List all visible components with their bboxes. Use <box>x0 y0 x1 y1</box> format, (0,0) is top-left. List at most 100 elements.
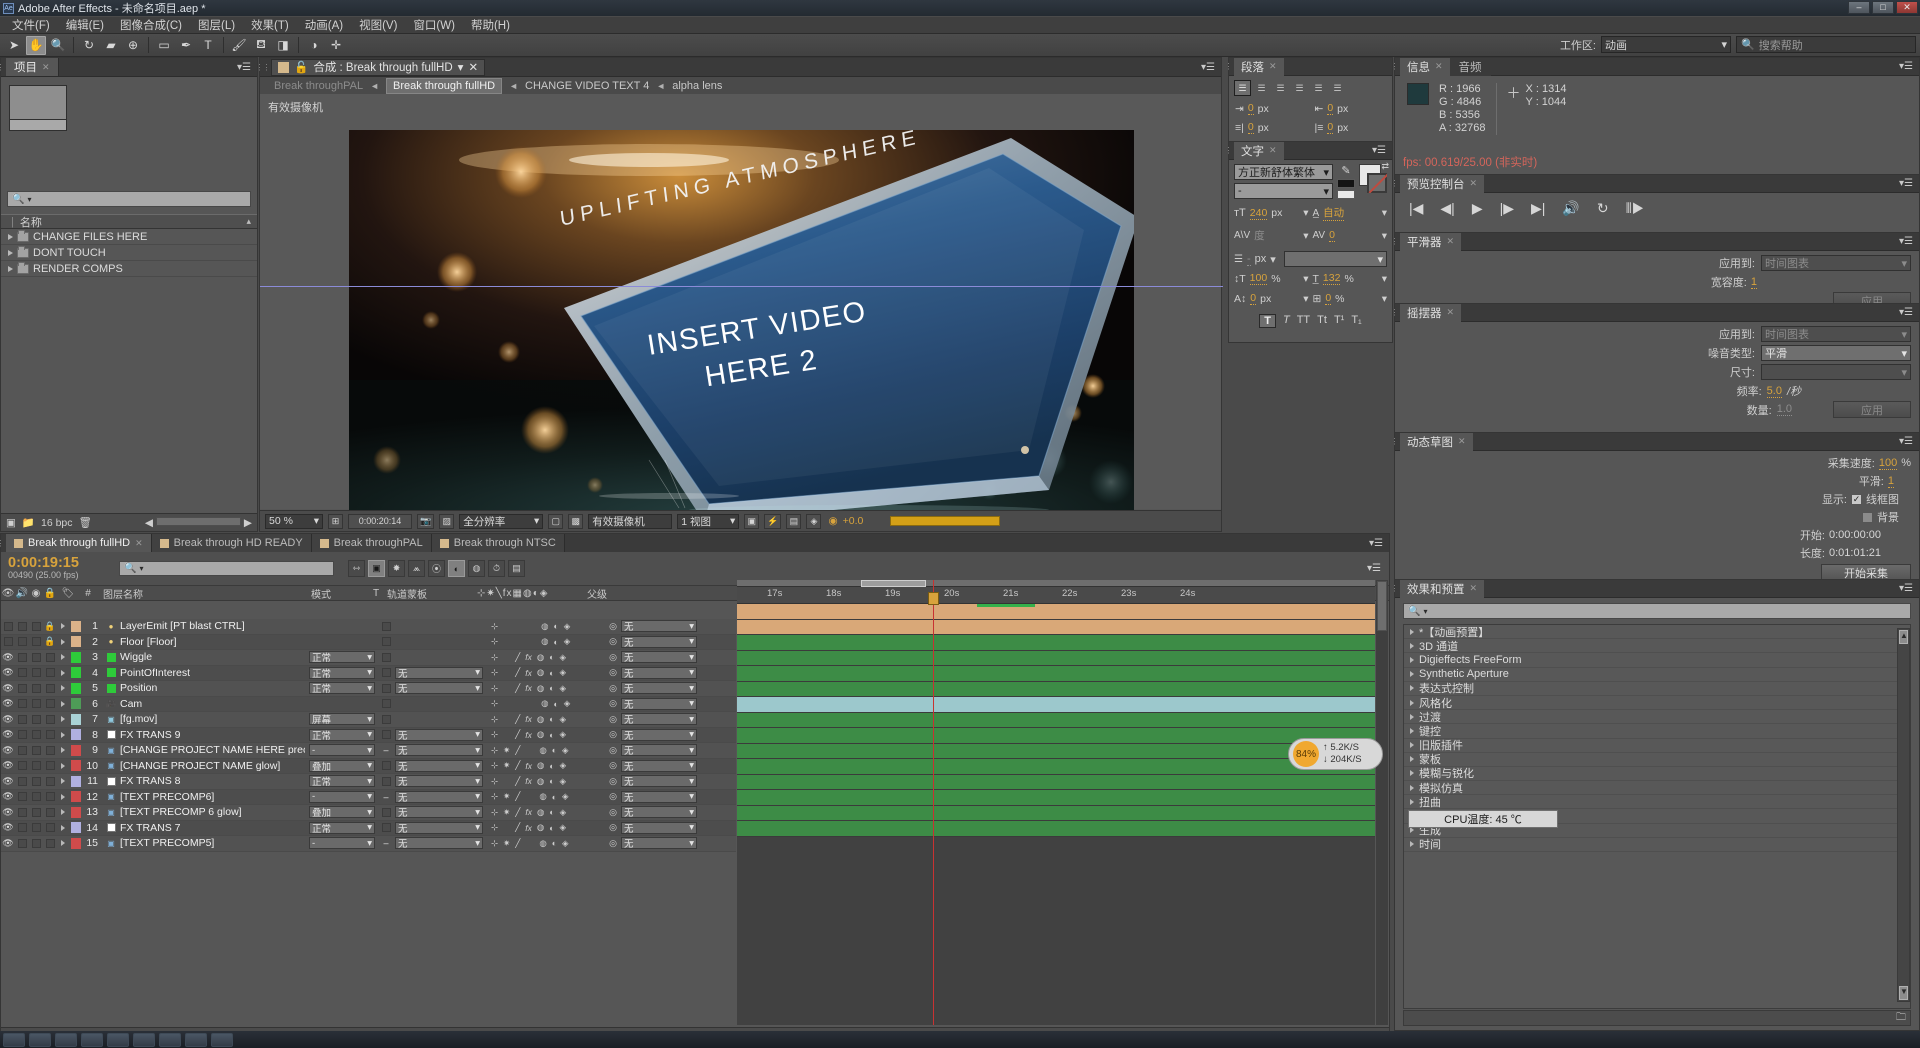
brainstorm-icon[interactable]: ◍ <box>468 560 485 577</box>
layer-mode-cell[interactable]: 正常 ▾ <box>305 728 379 742</box>
motion-blur-icon[interactable]: ◐ <box>549 683 554 693</box>
layer-preserve-transparency-toggle[interactable] <box>379 776 393 786</box>
justify-all-icon[interactable]: ☰ <box>1329 80 1346 96</box>
layer-duration-bar[interactable] <box>737 635 1375 651</box>
frame-blend-icon[interactable]: ◍ <box>537 807 544 818</box>
smoothing-value[interactable]: 1 <box>1887 475 1894 488</box>
layer-name-cell[interactable]: ▣ [CHANGE PROJECT NAME HERE precomp 2] <box>101 744 305 756</box>
layer-duration-bar[interactable] <box>737 821 1375 837</box>
tab-composition[interactable]: 🔓 合成 : Break through fullHD ▾ ✕ <box>271 58 486 76</box>
quality-icon[interactable]: ╱ <box>515 760 520 771</box>
disclosure-triangle-icon[interactable] <box>8 265 13 272</box>
layer-preserve-transparency-toggle[interactable] <box>379 652 393 662</box>
layer-label-color[interactable] <box>69 620 83 632</box>
layer-visibility-toggle[interactable] <box>1 621 15 631</box>
layer-duration-bar[interactable] <box>737 728 1375 744</box>
parent-pickwhip-icon[interactable]: ◎ <box>605 729 621 740</box>
layer-preserve-transparency-toggle[interactable] <box>379 807 393 817</box>
frame-blending-icon[interactable]: ⩕ <box>408 560 425 577</box>
panel-menu-icon[interactable]: ▾☰ <box>1893 178 1919 189</box>
superscript-button[interactable]: T¹ <box>1334 314 1344 328</box>
layer-audio-toggle[interactable] <box>15 807 29 817</box>
menu-effect[interactable]: 效果(T) <box>243 16 297 34</box>
task-item-extra[interactable] <box>211 1032 233 1047</box>
effects-icon[interactable]: fx <box>525 714 532 724</box>
threed-layer-icon[interactable]: ◈ <box>559 652 566 663</box>
quality-icon[interactable]: ╱ <box>515 714 520 725</box>
layer-duration-bar[interactable] <box>737 697 1375 713</box>
baseline-shift-field[interactable]: A↕ 0 px ▾ <box>1234 292 1309 305</box>
frame-blend-icon[interactable]: ◍ <box>537 729 544 740</box>
panel-menu-icon[interactable]: ▾☰ <box>1363 534 1389 552</box>
effects-icon[interactable]: fx <box>525 807 532 817</box>
effects-list-item[interactable]: 扭曲 <box>1404 795 1910 810</box>
motion-blur-icon[interactable]: ◐ <box>549 652 554 662</box>
menu-edit[interactable]: 编辑(E) <box>58 16 112 34</box>
effects-icon[interactable]: fx <box>525 761 532 771</box>
layer-trackmatte-select[interactable]: 无 ▾ <box>395 759 483 773</box>
effects-search-input[interactable]: 🔍 ▾ <box>1403 603 1911 619</box>
parent-pickwhip-icon[interactable]: ◎ <box>605 698 621 709</box>
layer-disclosure-triangle-icon[interactable] <box>57 669 69 676</box>
stroke-color-swatch[interactable] <box>1337 190 1355 199</box>
layer-mode-cell[interactable]: 正常 ▾ <box>305 666 379 680</box>
timeline-layer-row[interactable]: 👁 13 ▣ [TEXT PRECOMP 6 glow] 叠加 ▾ 无 ▾ ⊹ ✷ ╱ fx ◍ ◐ ◈ ◎ 无… <box>1 805 736 821</box>
frame-blend-icon[interactable]: ◍ <box>537 714 544 725</box>
menu-animation[interactable]: 动画(A) <box>297 16 351 34</box>
effects-list-item[interactable]: 时间 <box>1404 838 1910 852</box>
chevron-down-icon[interactable]: ▾ <box>1270 253 1276 266</box>
layer-solo-toggle[interactable] <box>29 745 43 755</box>
layer-audio-toggle[interactable] <box>15 637 29 647</box>
motion-blur-icon[interactable]: ◐ <box>552 792 557 802</box>
panel-menu-icon[interactable]: ▾☰ <box>1366 145 1392 156</box>
layer-switches-icon[interactable]: ▤ <box>508 560 525 577</box>
parent-pickwhip-icon[interactable]: ◎ <box>605 714 621 725</box>
smoother-tolerance-value[interactable]: 1 <box>1750 276 1757 289</box>
layer-audio-toggle[interactable] <box>15 621 29 631</box>
layer-name-cell[interactable]: ▣ [fg.mov] <box>101 713 305 725</box>
layer-lock-toggle[interactable] <box>43 730 57 740</box>
shy-icon[interactable]: ⊹ <box>491 745 498 756</box>
wiggler-frequency-value[interactable]: 5.0 <box>1766 385 1782 398</box>
close-icon[interactable]: ✕ <box>135 538 143 549</box>
layer-disclosure-triangle-icon[interactable] <box>57 716 69 723</box>
frame-blend-icon[interactable]: ◍ <box>537 760 544 771</box>
tab-info[interactable]: 信息 ✕ <box>1400 57 1450 76</box>
disclosure-triangle-icon[interactable] <box>8 249 13 256</box>
parent-pickwhip-icon[interactable]: ◎ <box>605 776 621 787</box>
current-time-display[interactable]: 0:00:20:14 <box>348 513 412 529</box>
shape-tool-icon[interactable]: ▭ <box>154 36 174 55</box>
faux-italic-button[interactable]: T <box>1283 314 1290 328</box>
layer-label-color[interactable] <box>69 760 83 772</box>
taskbar-item-5[interactable] <box>133 1032 155 1047</box>
layer-disclosure-triangle-icon[interactable] <box>57 654 69 661</box>
layer-switches-cell[interactable]: ⊹ ✷ ╱ ◍ ◐ ◈ <box>485 838 605 849</box>
close-icon[interactable]: ✕ <box>1470 178 1478 189</box>
layer-parent-cell[interactable]: 无 ▾ <box>621 635 701 649</box>
layer-preserve-transparency-toggle[interactable] <box>379 668 393 678</box>
panel-menu-icon[interactable]: ▾☰ <box>1893 436 1919 447</box>
layer-name-cell[interactable]: ▣ [TEXT PRECOMP6] <box>101 791 305 803</box>
transparency-grid-button[interactable]: ▩ <box>568 513 584 529</box>
layer-solo-toggle[interactable] <box>29 683 43 693</box>
layer-preserve-transparency-toggle[interactable] <box>379 730 393 740</box>
tab-effects[interactable]: 效果和预置 ✕ <box>1400 579 1485 598</box>
tab-preview[interactable]: 预览控制台 ✕ <box>1400 174 1485 193</box>
layer-duration-bar[interactable] <box>737 666 1375 682</box>
breadcrumb-item-3[interactable]: alpha lens <box>672 80 722 92</box>
layer-name-cell[interactable]: ▣ [TEXT PRECOMP5] <box>101 837 305 849</box>
layer-label-color[interactable] <box>69 698 83 710</box>
disclosure-triangle-icon[interactable] <box>1410 699 1414 706</box>
layer-audio-toggle[interactable] <box>15 683 29 693</box>
layer-trackmatte-cell[interactable]: 无 ▾ <box>393 790 485 804</box>
threed-layer-icon[interactable]: ◈ <box>562 838 569 849</box>
timeline-layer-row[interactable]: 👁 10 ▣ [CHANGE PROJECT NAME glow] 叠加 ▾ 无 ▾ ⊹ ✷ ╱ fx… <box>1 758 736 774</box>
frame-blend-icon[interactable]: ◍ <box>539 791 546 802</box>
timeline-panel-menu-icon[interactable]: ▾☰ <box>1367 563 1381 574</box>
disclosure-triangle-icon[interactable] <box>1410 770 1414 777</box>
quality-icon[interactable]: ╱ <box>515 807 520 818</box>
close-icon[interactable]: ✕ <box>1447 236 1455 247</box>
effects-icon[interactable]: fx <box>525 652 532 662</box>
fast-previews-button[interactable]: ⚡ <box>764 513 782 529</box>
layer-disclosure-triangle-icon[interactable] <box>57 638 69 645</box>
